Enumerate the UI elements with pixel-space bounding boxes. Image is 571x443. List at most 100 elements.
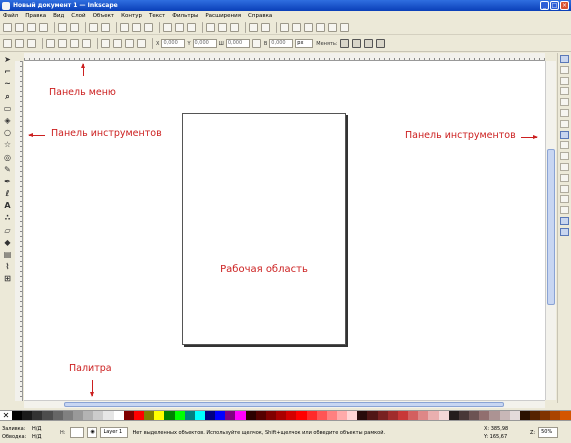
rotate-cw-icon[interactable]: [58, 39, 67, 48]
palette-swatch[interactable]: [144, 411, 155, 420]
new-doc-icon[interactable]: [3, 22, 12, 32]
palette-swatch[interactable]: [519, 411, 530, 420]
opacity-field[interactable]: [70, 427, 85, 438]
palette-swatch[interactable]: [184, 411, 195, 420]
canvas[interactable]: Рабочая область: [24, 61, 545, 400]
redo-icon[interactable]: [101, 22, 110, 32]
palette-swatch[interactable]: [276, 411, 287, 420]
palette-swatch[interactable]: [509, 411, 520, 420]
zoom-field[interactable]: 50%: [538, 427, 559, 438]
rect-icon[interactable]: ▭: [3, 104, 13, 114]
snap-paths-icon[interactable]: [560, 130, 569, 139]
gradient-icon[interactable]: ▤: [3, 250, 13, 260]
snap-grid-icon[interactable]: [560, 216, 569, 225]
duplicate-icon[interactable]: [206, 22, 215, 32]
preferences-icon[interactable]: [328, 22, 337, 32]
snap-nodes-icon[interactable]: [560, 119, 569, 128]
horizontal-ruler[interactable]: [24, 53, 545, 61]
palette-swatch[interactable]: [215, 411, 226, 420]
snap-object-center-icon[interactable]: [560, 184, 569, 193]
palette-swatch[interactable]: [418, 411, 429, 420]
flip-v-icon[interactable]: [82, 39, 91, 48]
snap-rotation-center-icon[interactable]: [560, 195, 569, 204]
node-icon[interactable]: ⌐: [3, 67, 13, 77]
palette-swatch[interactable]: [113, 411, 124, 420]
palette-swatch[interactable]: [428, 411, 439, 420]
eraser-icon[interactable]: ▱: [3, 226, 13, 236]
save-icon[interactable]: [27, 22, 36, 32]
menu-path[interactable]: Контур: [121, 13, 142, 19]
palette-swatch[interactable]: [499, 411, 510, 420]
document-properties-icon[interactable]: [340, 22, 349, 32]
xml-editor-icon[interactable]: [304, 22, 313, 32]
snap-bbox-midpoint-icon[interactable]: [560, 98, 569, 107]
palette-swatch[interactable]: [62, 411, 73, 420]
lower-icon[interactable]: [113, 39, 122, 48]
unlink-clone-icon[interactable]: [230, 22, 239, 32]
selector-icon[interactable]: ➤: [3, 55, 13, 65]
zoom-page-icon[interactable]: [187, 22, 196, 32]
palette-swatch[interactable]: [296, 411, 307, 420]
ellipse-icon[interactable]: ○: [3, 128, 13, 138]
palette-swatch[interactable]: [357, 411, 368, 420]
zoom-selection-icon[interactable]: [163, 22, 172, 32]
fill-stroke-icon[interactable]: [280, 22, 289, 32]
text-font-icon[interactable]: [292, 22, 301, 32]
horizontal-scroll-thumb[interactable]: [64, 402, 504, 407]
zoom-drawing-icon[interactable]: [175, 22, 184, 32]
zoom-icon[interactable]: ⌕: [3, 92, 13, 102]
palette-swatch[interactable]: [469, 411, 480, 420]
fill-stroke-indicator[interactable]: Заливка: Н/Д Обводка: Н/Д: [2, 425, 46, 441]
palette-swatch[interactable]: [72, 411, 84, 420]
move-patterns-icon[interactable]: [375, 39, 385, 48]
menu-view[interactable]: Вид: [53, 13, 64, 19]
palette-swatch[interactable]: [93, 411, 104, 420]
palette-swatch[interactable]: [174, 411, 185, 420]
text-icon[interactable]: A: [3, 201, 13, 211]
palette-swatch[interactable]: [154, 411, 165, 420]
minimize-button[interactable]: _: [540, 1, 549, 10]
print-icon[interactable]: [39, 22, 48, 32]
rotate-ccw-icon[interactable]: [46, 39, 55, 48]
palette-swatch[interactable]: [52, 411, 63, 420]
snap-smooth-icon[interactable]: [560, 162, 569, 171]
palette-swatch[interactable]: [326, 411, 337, 420]
palette-swatch[interactable]: [22, 411, 33, 420]
palette-swatch[interactable]: [479, 411, 490, 420]
x-field[interactable]: 0,000: [161, 39, 186, 48]
import-icon[interactable]: [58, 22, 67, 32]
bucket-icon[interactable]: ◆: [3, 238, 13, 248]
palette-swatch[interactable]: [32, 411, 43, 420]
flip-h-icon[interactable]: [70, 39, 79, 48]
palette-swatch[interactable]: [377, 411, 388, 420]
palette-swatch[interactable]: [367, 411, 378, 420]
palette-swatch[interactable]: [560, 411, 571, 420]
undo-icon[interactable]: [89, 22, 98, 32]
star-icon[interactable]: ☆: [3, 140, 13, 150]
palette-swatch[interactable]: [12, 411, 23, 420]
palette-swatch[interactable]: [235, 411, 246, 420]
no-paint-swatch[interactable]: ✕: [0, 411, 12, 420]
w-field[interactable]: 0,000: [225, 39, 250, 48]
horizontal-scrollbar[interactable]: [24, 400, 545, 408]
palette-swatch[interactable]: [225, 411, 236, 420]
palette-swatch[interactable]: [529, 411, 541, 420]
palette-swatch[interactable]: [448, 411, 459, 420]
raise-icon[interactable]: [125, 39, 134, 48]
export-icon[interactable]: [70, 22, 79, 32]
palette-swatch[interactable]: [458, 411, 470, 420]
h-field[interactable]: 0,000: [269, 39, 294, 48]
menu-filters[interactable]: Фильтры: [172, 13, 198, 19]
palette-swatch[interactable]: [489, 411, 500, 420]
palette-swatch[interactable]: [194, 411, 205, 420]
select-all-layers-icon[interactable]: [15, 39, 24, 48]
snap-intersections-icon[interactable]: [560, 141, 569, 150]
vertical-scroll-thumb[interactable]: [547, 149, 555, 305]
menu-edit[interactable]: Правка: [25, 13, 46, 19]
move-gradients-icon[interactable]: [363, 39, 373, 48]
clone-icon[interactable]: [218, 22, 227, 32]
close-button[interactable]: ×: [560, 1, 569, 10]
menu-layer[interactable]: Слой: [71, 13, 85, 19]
palette-swatch[interactable]: [397, 411, 409, 420]
snap-guides-icon[interactable]: [560, 227, 569, 236]
